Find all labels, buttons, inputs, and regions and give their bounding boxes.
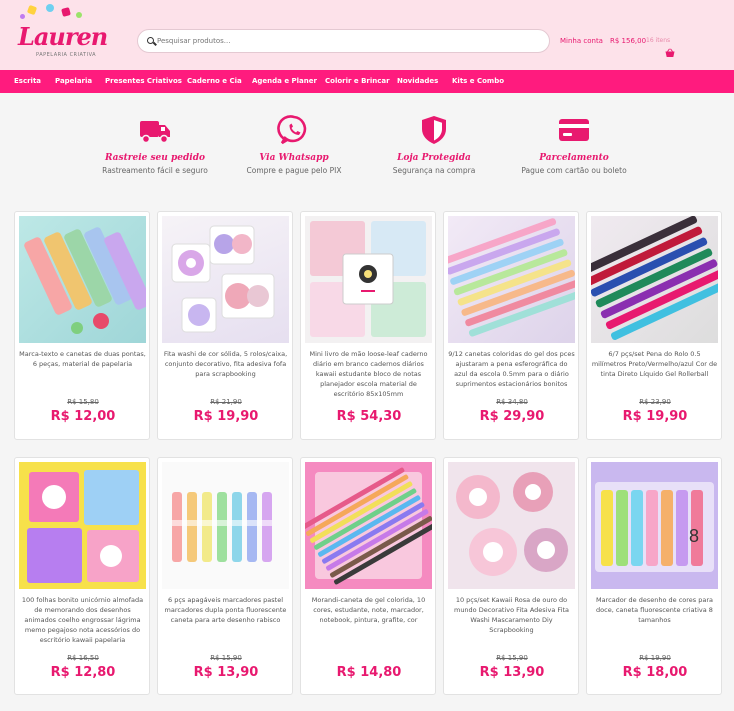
product-price: R$ 14,80 (336, 665, 402, 680)
product-card[interactable]: 8 Marcador de desenho de cores para doce… (586, 457, 722, 695)
product-image[interactable] (448, 462, 575, 589)
product-card[interactable]: Mini livro de mão loose-leaf caderno diá… (300, 211, 436, 440)
product-price: R$ 29,90 (479, 409, 545, 424)
feature-protected-store: Loja Protegida Segurança na compra (359, 112, 509, 175)
category-nav: Escrita Papelaria Presentes Criativos Ca… (0, 70, 734, 93)
feature-title: Parcelamento (539, 153, 609, 163)
product-title[interactable]: Morandi-caneta de gel colorida, 10 cores… (305, 595, 432, 625)
feature-title: Via Whatsapp (259, 153, 329, 163)
feature-subtitle: Compre e pague pelo PIX (246, 166, 342, 175)
credit-card-icon (559, 119, 589, 141)
product-card[interactable]: 6/7 pçs/set Pena do Rolo 0.5 milímetros … (586, 211, 722, 440)
search-bar (137, 29, 550, 53)
product-title[interactable]: 9/12 canetas coloridas do gel dos pces a… (448, 349, 575, 389)
feature-installments: Parcelamento Pague com cartão ou boleto (499, 112, 649, 175)
nav-item-caderno-e-cia[interactable]: Caderno e Cia (187, 77, 242, 85)
truck-icon (140, 121, 170, 144)
nav-item-novidades[interactable]: Novidades (397, 77, 438, 85)
product-image[interactable] (19, 462, 146, 589)
product-card[interactable]: 10 pçs/set Kawaii Rosa de ouro do mundo … (443, 457, 579, 695)
product-image[interactable] (162, 462, 289, 589)
product-price: R$ 13,90 (193, 665, 259, 680)
product-old-price: R$ 23,90 (639, 398, 671, 406)
product-image[interactable] (448, 216, 575, 343)
shield-icon (422, 116, 446, 144)
product-title[interactable]: 10 pçs/set Kawaii Rosa de ouro do mundo … (448, 595, 575, 635)
site-logo[interactable]: Lauren PAPELARIA CRIATIVA (14, 4, 108, 62)
logo-tagline: PAPELARIA CRIATIVA (36, 52, 97, 58)
product-card[interactable]: 9/12 canetas coloridas do gel dos pces a… (443, 211, 579, 440)
product-card[interactable]: Morandi-caneta de gel colorida, 10 cores… (300, 457, 436, 695)
cart-total[interactable]: R$ 156,00 (610, 37, 646, 45)
product-title[interactable]: Fita washi de cor sólida, 5 rolos/caixa,… (162, 349, 289, 379)
product-title[interactable]: Mini livro de mão loose-leaf caderno diá… (305, 349, 432, 399)
feature-subtitle: Pague com cartão ou boleto (521, 166, 627, 175)
product-image[interactable] (591, 216, 718, 343)
logo-wordmark: Lauren (18, 22, 108, 51)
product-card[interactable]: 6 pçs apagáveis marcadores pastel marcad… (157, 457, 293, 695)
product-old-price: R$ 16,50 (67, 654, 99, 662)
product-title[interactable]: 6/7 pçs/set Pena do Rolo 0.5 milímetros … (591, 349, 718, 379)
nav-item-papelaria[interactable]: Papelaria (55, 77, 92, 85)
my-account-link[interactable]: Minha conta (560, 37, 603, 45)
product-old-price: R$ 19,90 (639, 654, 671, 662)
search-icon (147, 37, 154, 44)
product-image[interactable] (162, 216, 289, 343)
product-price: R$ 19,90 (193, 409, 259, 424)
product-image[interactable] (19, 216, 146, 343)
whatsapp-icon (277, 115, 307, 145)
nav-item-kits-e-combo[interactable]: Kits e Combo (452, 77, 504, 85)
product-old-price: R$ 34,80 (496, 398, 528, 406)
product-title[interactable]: Marcador de desenho de cores para doce, … (591, 595, 718, 625)
search-input[interactable] (157, 33, 537, 49)
product-card[interactable]: Marca-texto e canetas de duas pontas, 6 … (14, 211, 150, 440)
product-price: R$ 12,80 (50, 665, 116, 680)
product-old-price: R$ 15,80 (67, 398, 99, 406)
product-image[interactable] (305, 216, 432, 343)
feature-whatsapp: Via Whatsapp Compre e pague pelo PIX (219, 112, 369, 175)
product-price: R$ 13,90 (479, 665, 545, 680)
feature-title: Rastreie seu pedido (105, 153, 205, 163)
site-header: Lauren PAPELARIA CRIATIVA Minha conta R$… (0, 0, 734, 70)
product-price: R$ 12,00 (50, 409, 116, 424)
feature-subtitle: Segurança na compra (392, 166, 476, 175)
cart-item-count[interactable]: 16 itens (646, 37, 670, 44)
feature-tracking: Rastreie seu pedido Rastreamento fácil e… (80, 112, 230, 175)
product-price: R$ 54,30 (336, 409, 402, 424)
nav-item-agenda-e-planer[interactable]: Agenda e Planer (252, 77, 317, 85)
product-image[interactable] (305, 462, 432, 589)
product-price: R$ 19,90 (622, 409, 688, 424)
feature-title: Loja Protegida (397, 153, 471, 163)
basket-icon[interactable] (665, 48, 675, 58)
svg-text:8: 8 (689, 526, 699, 546)
product-image[interactable]: 8 (591, 462, 718, 589)
product-title[interactable]: Marca-texto e canetas de duas pontas, 6 … (19, 349, 146, 369)
product-card[interactable]: 100 folhas bonito unicórnio almofada de … (14, 457, 150, 695)
nav-item-escrita[interactable]: Escrita (14, 77, 41, 85)
product-old-price: R$ 15,90 (496, 654, 528, 662)
nav-item-presentes-criativos[interactable]: Presentes Criativos (105, 77, 182, 85)
product-card[interactable]: Fita washi de cor sólida, 5 rolos/caixa,… (157, 211, 293, 440)
product-title[interactable]: 6 pçs apagáveis marcadores pastel marcad… (162, 595, 289, 625)
product-title[interactable]: 100 folhas bonito unicórnio almofada de … (19, 595, 146, 645)
feature-subtitle: Rastreamento fácil e seguro (102, 166, 208, 175)
product-price: R$ 18,00 (622, 665, 688, 680)
nav-item-colorir-e-brincar[interactable]: Colorir e Brincar (325, 77, 390, 85)
product-old-price: R$ 15,90 (210, 654, 242, 662)
product-old-price: R$ 21,90 (210, 398, 242, 406)
